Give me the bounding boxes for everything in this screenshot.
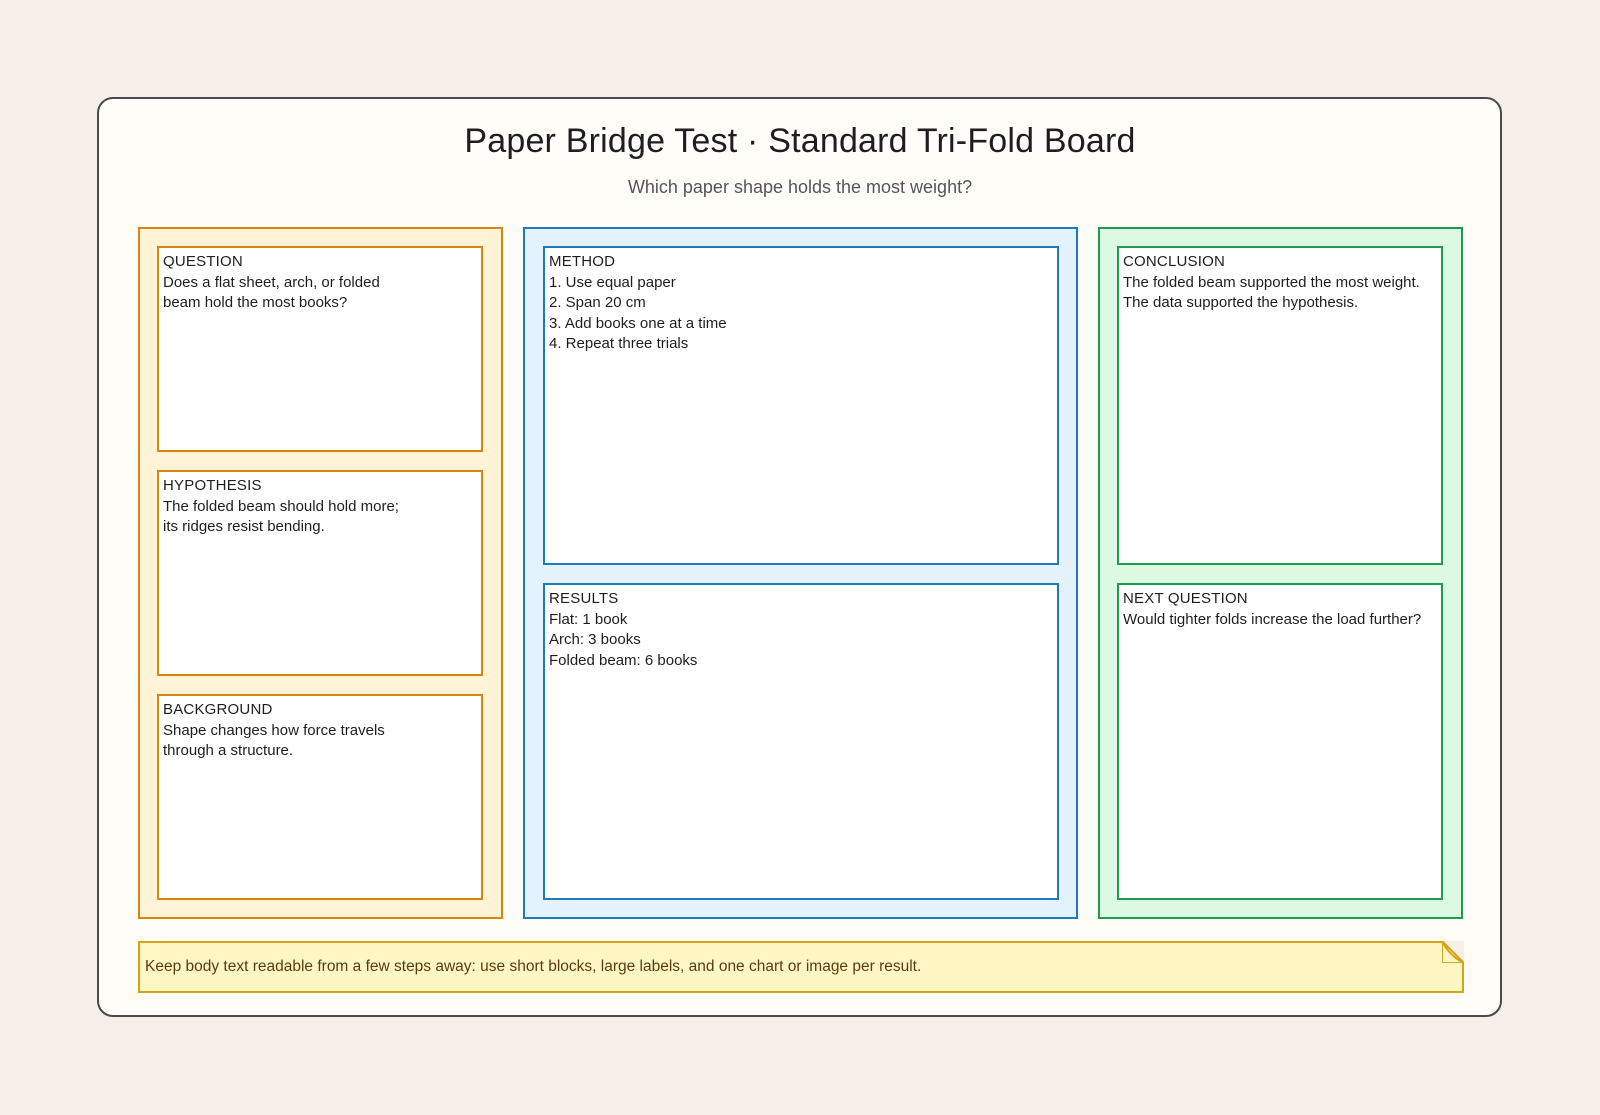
results-card: RESULTS Flat: 1 book Arch: 3 books Folde…: [543, 583, 1059, 900]
question-label: QUESTION: [163, 253, 243, 270]
sticky-note: Keep body text readable from a few steps…: [138, 941, 1464, 993]
method-step: 2. Span 20 cm: [549, 294, 646, 311]
next-question-label: NEXT QUESTION: [1123, 590, 1248, 607]
question-card: QUESTION Does a flat sheet, arch, or fol…: [157, 246, 483, 452]
next-question-card: NEXT QUESTION Would tighter folds increa…: [1117, 583, 1443, 900]
hypothesis-label: HYPOTHESIS: [163, 477, 262, 494]
method-label: METHOD: [549, 253, 616, 270]
conclusion-label: CONCLUSION: [1123, 253, 1226, 270]
board-subtitle: Which paper shape holds the most weight?: [627, 177, 973, 197]
conclusion-card: CONCLUSION The folded beam supported the…: [1117, 246, 1443, 565]
folded-corner-icon: [1442, 941, 1464, 963]
hypothesis-line: The folded beam should hold more;: [163, 497, 399, 515]
sticky-note-text: Keep body text readable from a few steps…: [145, 958, 922, 975]
method-step: 3. Add books one at a time: [549, 314, 727, 332]
results-line: Arch: 3 books: [549, 631, 641, 648]
method-card: METHOD 1. Use equal paper 2. Span 20 cm …: [543, 246, 1059, 565]
question-line: beam hold the most books?: [163, 294, 348, 311]
background-line: through a structure.: [163, 742, 294, 759]
hypothesis-line: its ridges resist bending.: [163, 518, 325, 535]
background-label: BACKGROUND: [163, 701, 273, 718]
next-question-line: Would tighter folds increase the load fu…: [1123, 610, 1422, 628]
method-step: 4. Repeat three trials: [549, 335, 689, 352]
conclusion-line: The folded beam supported the most weigh…: [1123, 273, 1420, 291]
conclusion-line: The data supported the hypothesis.: [1123, 294, 1359, 311]
results-label: RESULTS: [549, 590, 619, 607]
results-line: Flat: 1 book: [549, 610, 628, 628]
board-title: Paper Bridge Test · Standard Tri-Fold Bo…: [464, 122, 1136, 160]
background-card: BACKGROUND Shape changes how force trave…: [157, 694, 483, 900]
method-step: 1. Use equal paper: [549, 273, 676, 291]
background-line: Shape changes how force travels: [163, 721, 385, 739]
results-line: Folded beam: 6 books: [549, 651, 698, 669]
question-line: Does a flat sheet, arch, or folded: [163, 273, 380, 291]
hypothesis-card: HYPOTHESIS The folded beam should hold m…: [157, 470, 483, 676]
